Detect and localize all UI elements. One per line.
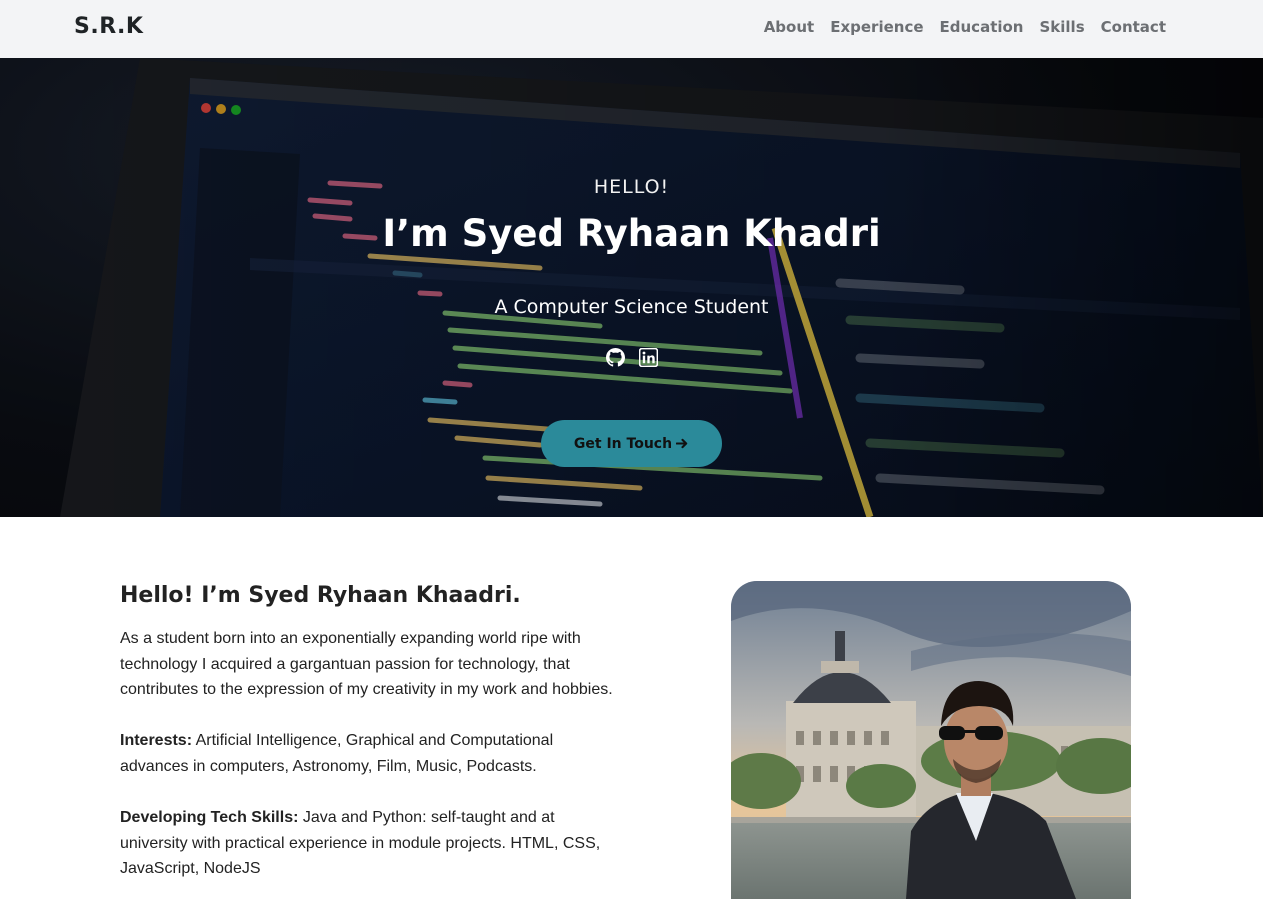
nav-link-experience[interactable]: Experience	[830, 18, 923, 36]
profile-photo	[731, 581, 1131, 899]
github-link[interactable]	[606, 348, 625, 372]
github-icon	[606, 348, 625, 367]
linkedin-icon	[639, 348, 658, 367]
about-skills: Developing Tech Skills: Java and Python:…	[120, 805, 620, 882]
nav-link-skills[interactable]: Skills	[1040, 18, 1085, 36]
nav-link-about[interactable]: About	[764, 18, 815, 36]
hero-name: I’m Syed Ryhaan Khadri	[382, 212, 881, 255]
arrow-right-icon	[676, 438, 688, 449]
social-links	[606, 348, 658, 372]
nav-link-contact[interactable]: Contact	[1101, 18, 1166, 36]
about-section: Hello! I’m Syed Ryhaan Khaadri. As a stu…	[0, 517, 1263, 899]
navbar: S.R.K About Experience Education Skills …	[0, 0, 1263, 58]
get-in-touch-button[interactable]: Get In Touch	[541, 420, 722, 467]
hero-content: HELLO! I’m Syed Ryhaan Khadri A Computer…	[0, 58, 1263, 517]
get-in-touch-label: Get In Touch	[573, 435, 673, 452]
about-title: Hello! I’m Syed Ryhaan Khaadri.	[120, 583, 521, 608]
linkedin-link[interactable]	[639, 348, 658, 372]
interests-label: Interests:	[120, 732, 193, 749]
about-intro: As a student born into an exponentially …	[120, 630, 613, 698]
hero-role: A Computer Science Student	[494, 296, 769, 318]
nav-link-education[interactable]: Education	[940, 18, 1024, 36]
hero-section: HELLO! I’m Syed Ryhaan Khadri A Computer…	[0, 58, 1263, 517]
nav-links: About Experience Education Skills Contac…	[764, 18, 1166, 36]
about-interests: Interests: Artificial Intelligence, Grap…	[120, 728, 620, 779]
brand-logo[interactable]: S.R.K	[74, 14, 143, 39]
skills-label: Developing Tech Skills:	[120, 809, 299, 826]
hero-greeting: HELLO!	[593, 176, 670, 198]
